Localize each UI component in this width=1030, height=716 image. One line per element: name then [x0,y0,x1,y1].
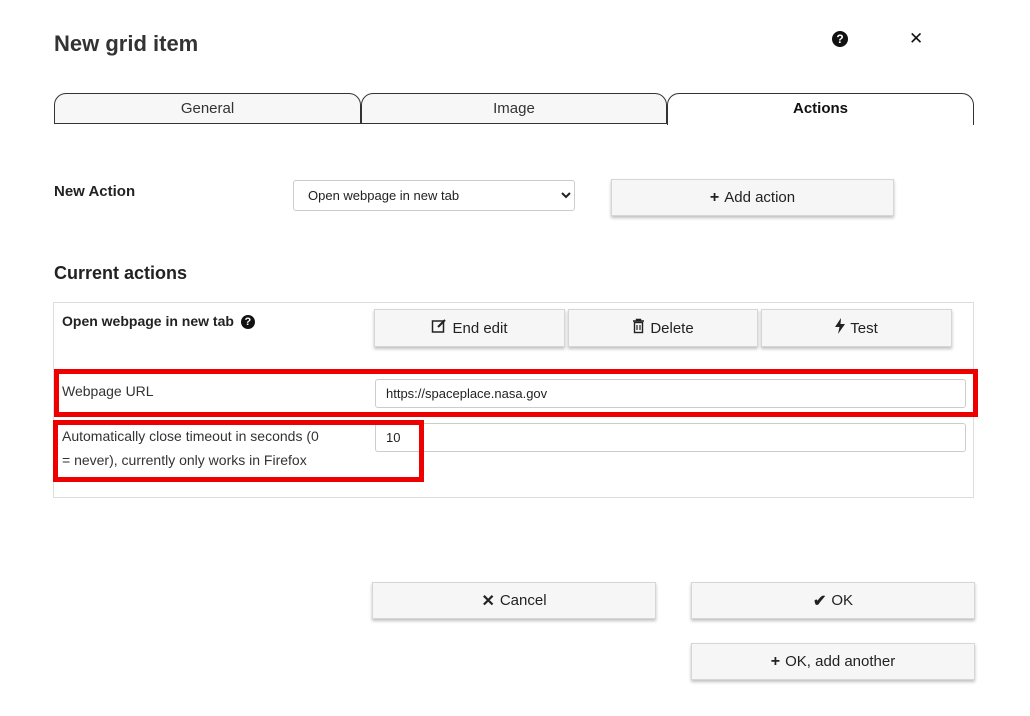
new-action-select[interactable]: Open webpage in new tab [293,180,575,211]
plus-icon: + [709,188,720,206]
ok-button[interactable]: ✔ OK [691,582,975,619]
ok-add-another-label: OK, add another [785,653,896,670]
end-edit-label: End edit [452,319,508,337]
ok-label: OK [831,592,854,609]
bolt-icon [835,318,846,338]
ok-add-another-button[interactable]: + OK, add another [691,643,975,680]
new-action-label: New Action [54,183,136,200]
cancel-button[interactable]: ✕ Cancel [372,582,656,619]
edit-icon [431,318,447,338]
close-icon: ✕ [481,592,495,610]
add-action-button[interactable]: + Add action [611,179,894,216]
dialog-title: New grid item [54,31,199,56]
url-row-highlight [54,369,978,417]
plus-icon: + [770,652,781,670]
current-actions-title: Current actions [54,263,188,283]
trash-icon [632,318,645,338]
test-button[interactable]: Test [761,309,952,347]
end-edit-button[interactable]: End edit [374,309,565,347]
cancel-label: Cancel [499,592,547,609]
test-label: Test [850,319,878,337]
delete-label: Delete [650,319,694,337]
tab-actions[interactable]: Actions [667,93,974,125]
delete-button[interactable]: Delete [568,309,758,347]
help-button[interactable]: ? [832,30,848,47]
tab-general[interactable]: General [54,93,361,124]
question-circle-icon[interactable]: ? [240,315,255,329]
tab-image[interactable]: Image [361,93,667,124]
question-circle-icon: ? [832,31,848,47]
timeout-row-highlight [53,420,424,482]
close-icon: ✕ [909,29,924,48]
check-icon: ✔ [812,592,827,610]
action-name-text: Open webpage in new tab [62,313,234,329]
add-action-label: Add action [724,189,796,206]
timeout-input[interactable] [375,423,966,452]
action-name: Open webpage in new tab ? [62,313,255,329]
close-button[interactable]: ✕ [909,30,923,47]
